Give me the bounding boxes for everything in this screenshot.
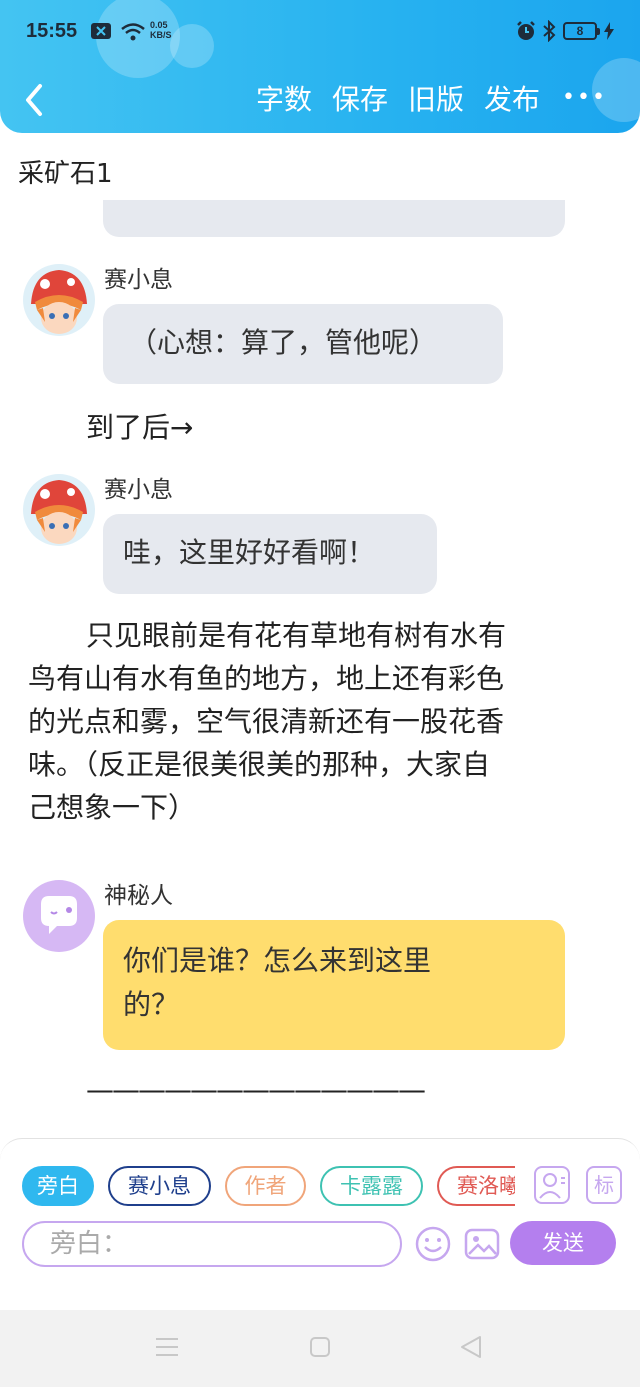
role-chip-author[interactable]: 作者: [225, 1166, 306, 1206]
narration-line: 只见眼前是有花有草地有树有水有: [86, 619, 507, 652]
emoji-button[interactable]: [414, 1225, 452, 1263]
more-button[interactable]: •••: [562, 80, 605, 120]
message-bubble[interactable]: 哇，这里好好看啊！: [103, 514, 437, 594]
wifi-icon: [120, 22, 146, 46]
message-text: 哇，这里好好看啊！: [123, 536, 376, 569]
role-chip-kalulu[interactable]: 卡露露: [320, 1166, 423, 1206]
avatar-mystery-person[interactable]: [23, 880, 95, 952]
battery-indicator: 8: [563, 22, 600, 40]
document-title: 采矿石1: [18, 159, 113, 189]
user-icon: [539, 1173, 565, 1199]
square-icon: [310, 1337, 330, 1357]
publish-button[interactable]: 发布: [484, 80, 540, 120]
narration-line: 的光点和雾，空气很清新还有一股花香: [28, 705, 505, 738]
smiley-icon: [415, 1226, 451, 1262]
avatar-saixiaoxi[interactable]: [23, 264, 95, 336]
back-nav-button[interactable]: [456, 1332, 486, 1362]
charging-icon: [604, 22, 614, 44]
role-manager-button[interactable]: [534, 1166, 570, 1204]
image-button[interactable]: [463, 1225, 501, 1263]
message-bubble[interactable]: （心想：算了，管他呢）: [103, 304, 503, 384]
message-text-line: 的？: [123, 988, 180, 1021]
network-speed-unit: KB/S: [150, 30, 172, 40]
menu-icon: [156, 1338, 178, 1356]
character-avatar-icon: [23, 474, 95, 546]
back-button[interactable]: [18, 80, 54, 120]
tag-button[interactable]: 标: [586, 1166, 622, 1204]
triangle-back-icon: [461, 1336, 481, 1358]
chat-bubble-icon: [41, 896, 77, 934]
role-chip-saixiaoxi[interactable]: 赛小息: [108, 1166, 211, 1206]
bluetooth-icon: [542, 19, 556, 46]
image-icon: [464, 1228, 500, 1260]
role-chip-narrator[interactable]: 旁白: [22, 1166, 94, 1206]
previous-message-bubble[interactable]: [103, 200, 565, 237]
message-text-line: 你们是谁？怎么来到这里: [123, 944, 432, 977]
narration-line: 鸟有山有水有鱼的地方，地上还有彩色: [28, 662, 505, 695]
alarm-icon: [515, 20, 537, 46]
character-avatar-icon: [23, 264, 95, 336]
toolbar-actions: 字数 保存 旧版 发布: [256, 80, 540, 120]
word-count-button[interactable]: 字数: [256, 80, 312, 120]
narration-paragraph[interactable]: 只见眼前是有花有草地有树有水有 鸟有山有水有鱼的地方，地上还有彩色 的光点和雾，…: [28, 614, 506, 829]
status-bar: 15:55 0.05 KB/S 8: [0, 0, 640, 64]
status-time: 15:55: [26, 20, 78, 42]
system-navigation-bar: [0, 1310, 640, 1387]
speaker-name: 神秘人: [104, 883, 173, 909]
avatar-saixiaoxi[interactable]: [23, 474, 95, 546]
speaker-name: 赛小息: [104, 267, 173, 293]
notification-icon: [90, 22, 112, 44]
message-text: （心想：算了，管他呢）: [129, 326, 438, 359]
role-chip-sailuoxi[interactable]: 赛洛曦: [437, 1166, 515, 1206]
narration-line: 己想象一下）: [28, 791, 197, 824]
home-nav-button[interactable]: [305, 1332, 335, 1362]
message-input[interactable]: 旁白：: [22, 1221, 402, 1267]
menu-nav-button[interactable]: [152, 1332, 182, 1362]
old-version-button[interactable]: 旧版: [408, 80, 464, 120]
separator-line: —————————————: [86, 1073, 426, 1106]
chevron-left-icon: [26, 84, 42, 116]
narration-text[interactable]: 到了后→: [86, 406, 193, 449]
narration-line: 味。（反正是很美很美的那种，大家自: [28, 748, 491, 781]
network-speed-value: 0.05: [150, 20, 168, 30]
story-content[interactable]: 赛小息 （心想：算了，管他呢） 到了后→ 赛小息 哇，这里好好看啊！ 只见眼前是…: [0, 200, 640, 1138]
network-speed: 0.05 KB/S: [150, 20, 172, 40]
save-button[interactable]: 保存: [332, 80, 388, 120]
top-app-bar: 15:55 0.05 KB/S 8 字数 保存 旧版 发布 •••: [0, 0, 640, 133]
message-bubble[interactable]: 你们是谁？怎么来到这里 的？: [103, 920, 565, 1050]
speaker-name: 赛小息: [104, 477, 173, 503]
send-button[interactable]: 发送: [510, 1221, 616, 1265]
